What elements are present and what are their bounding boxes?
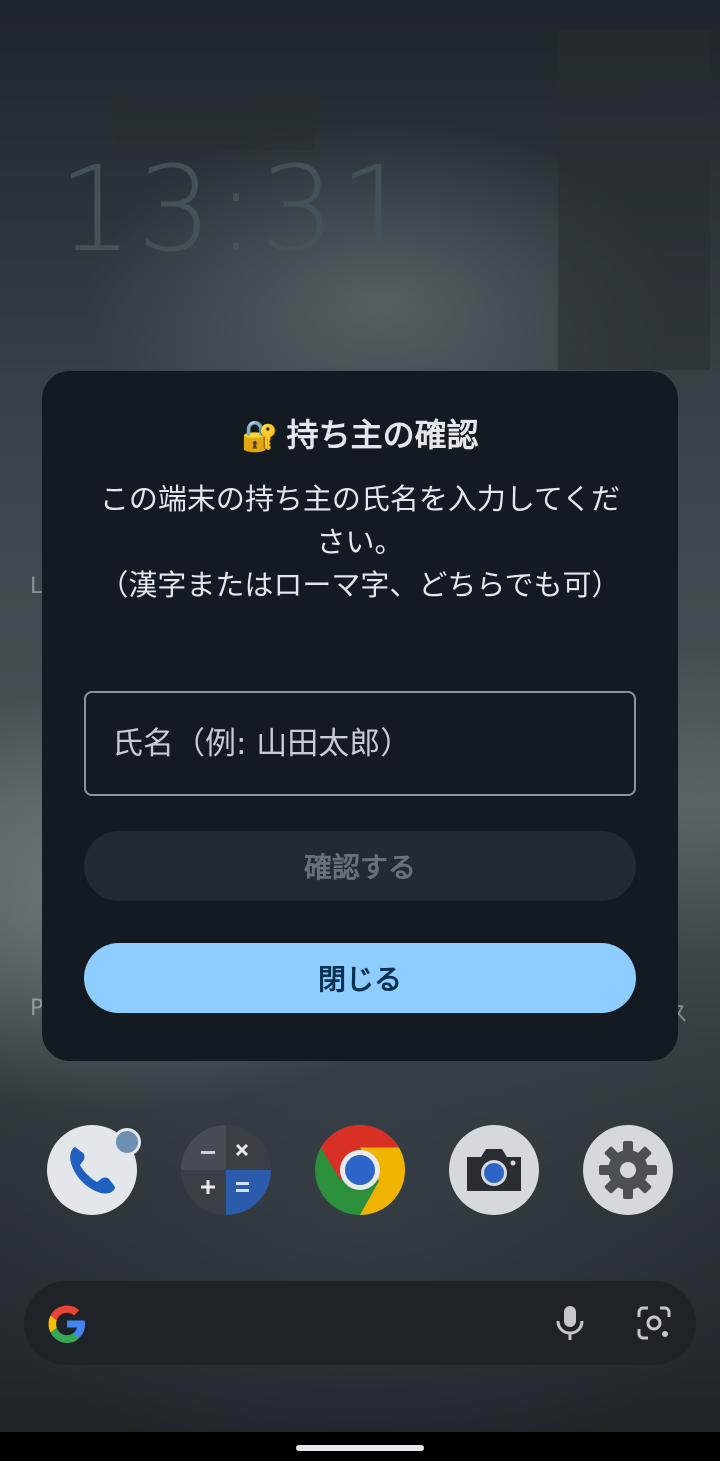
confirm-button[interactable]: 確認する	[84, 831, 636, 901]
gesture-handle[interactable]	[296, 1445, 424, 1451]
microphone-icon[interactable]	[552, 1303, 588, 1343]
dialog-message-line-1: この端末の持ち主の氏名を入力してください。	[99, 482, 621, 559]
dialog-message-line-2: （漢字またはローマ字、どちらでも可）	[99, 568, 621, 602]
chrome-app-icon[interactable]	[315, 1125, 406, 1215]
calculator-icon	[181, 1125, 271, 1215]
lockscreen-clock: 13:31	[58, 140, 419, 278]
wallpaper-overlay	[558, 30, 710, 370]
close-button[interactable]: 閉じる	[84, 943, 636, 1013]
calculator-app-icon[interactable]	[181, 1125, 271, 1215]
lock-key-icon: 🔐	[241, 419, 279, 454]
obscured-text-left-1: L	[30, 574, 43, 599]
camera-icon	[467, 1149, 521, 1191]
dialog-title: 🔐 持ち主の確認	[0, 410, 720, 456]
settings-app-icon[interactable]	[583, 1125, 673, 1215]
gear-icon	[599, 1141, 657, 1199]
camera-app-icon[interactable]	[449, 1125, 539, 1215]
google-search-bar[interactable]	[24, 1281, 696, 1365]
dialog-title-text: 持ち主の確認	[286, 416, 479, 454]
lens-icon[interactable]	[634, 1303, 674, 1343]
google-icon	[48, 1305, 85, 1343]
owner-name-input[interactable]	[84, 691, 636, 796]
notification-dot	[113, 1128, 141, 1156]
dialog-message: この端末の持ち主の氏名を入力してください。 （漢字またはローマ字、どちらでも可）	[90, 478, 630, 607]
chrome-icon	[315, 1125, 406, 1215]
